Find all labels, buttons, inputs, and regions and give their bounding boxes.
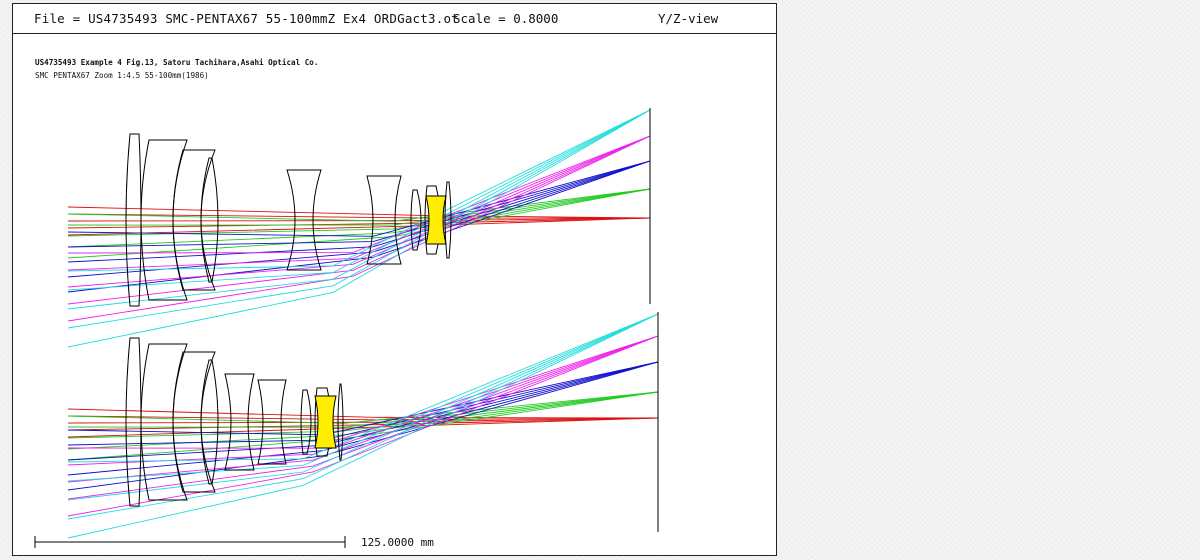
upper-ray-field4-0 <box>67 109 651 272</box>
optical-layout-diagram <box>34 108 659 548</box>
lens-diagram-window: File = US4735493 SMC-PENTAX67 55-100mmZ … <box>12 3 777 556</box>
lower-ray-field2-0 <box>67 361 659 436</box>
lower-lens-5 <box>224 373 255 471</box>
upper-lens-5 <box>286 169 322 271</box>
lower-ray-field4-3 <box>67 313 659 520</box>
lower-lens-stop <box>314 395 337 449</box>
scale-bar-label: 125.0000 mm <box>361 536 434 549</box>
lower-ray-field3-2 <box>67 335 659 483</box>
upper-lens-7 <box>410 189 422 251</box>
ray-traces <box>67 109 659 539</box>
upper-lens-1 <box>125 133 142 307</box>
upper-lens-stop <box>425 195 447 245</box>
lower-ray-field4-2 <box>67 313 659 501</box>
upper-ray-field1-2 <box>67 188 651 237</box>
lens-elements <box>125 108 659 532</box>
upper-ray-axial-3 <box>67 217 651 229</box>
upper-ray-field4-4 <box>67 109 651 348</box>
lower-ray-axial-0 <box>67 408 659 419</box>
upper-lens-2 <box>140 139 188 301</box>
scale-bar <box>34 536 346 548</box>
upper-ray-field3-0 <box>67 135 651 254</box>
upper-ray-field2-2 <box>67 160 651 263</box>
lower-lens-4 <box>200 359 219 485</box>
lower-lens-2 <box>140 343 188 501</box>
upper-lens-4 <box>200 157 219 283</box>
